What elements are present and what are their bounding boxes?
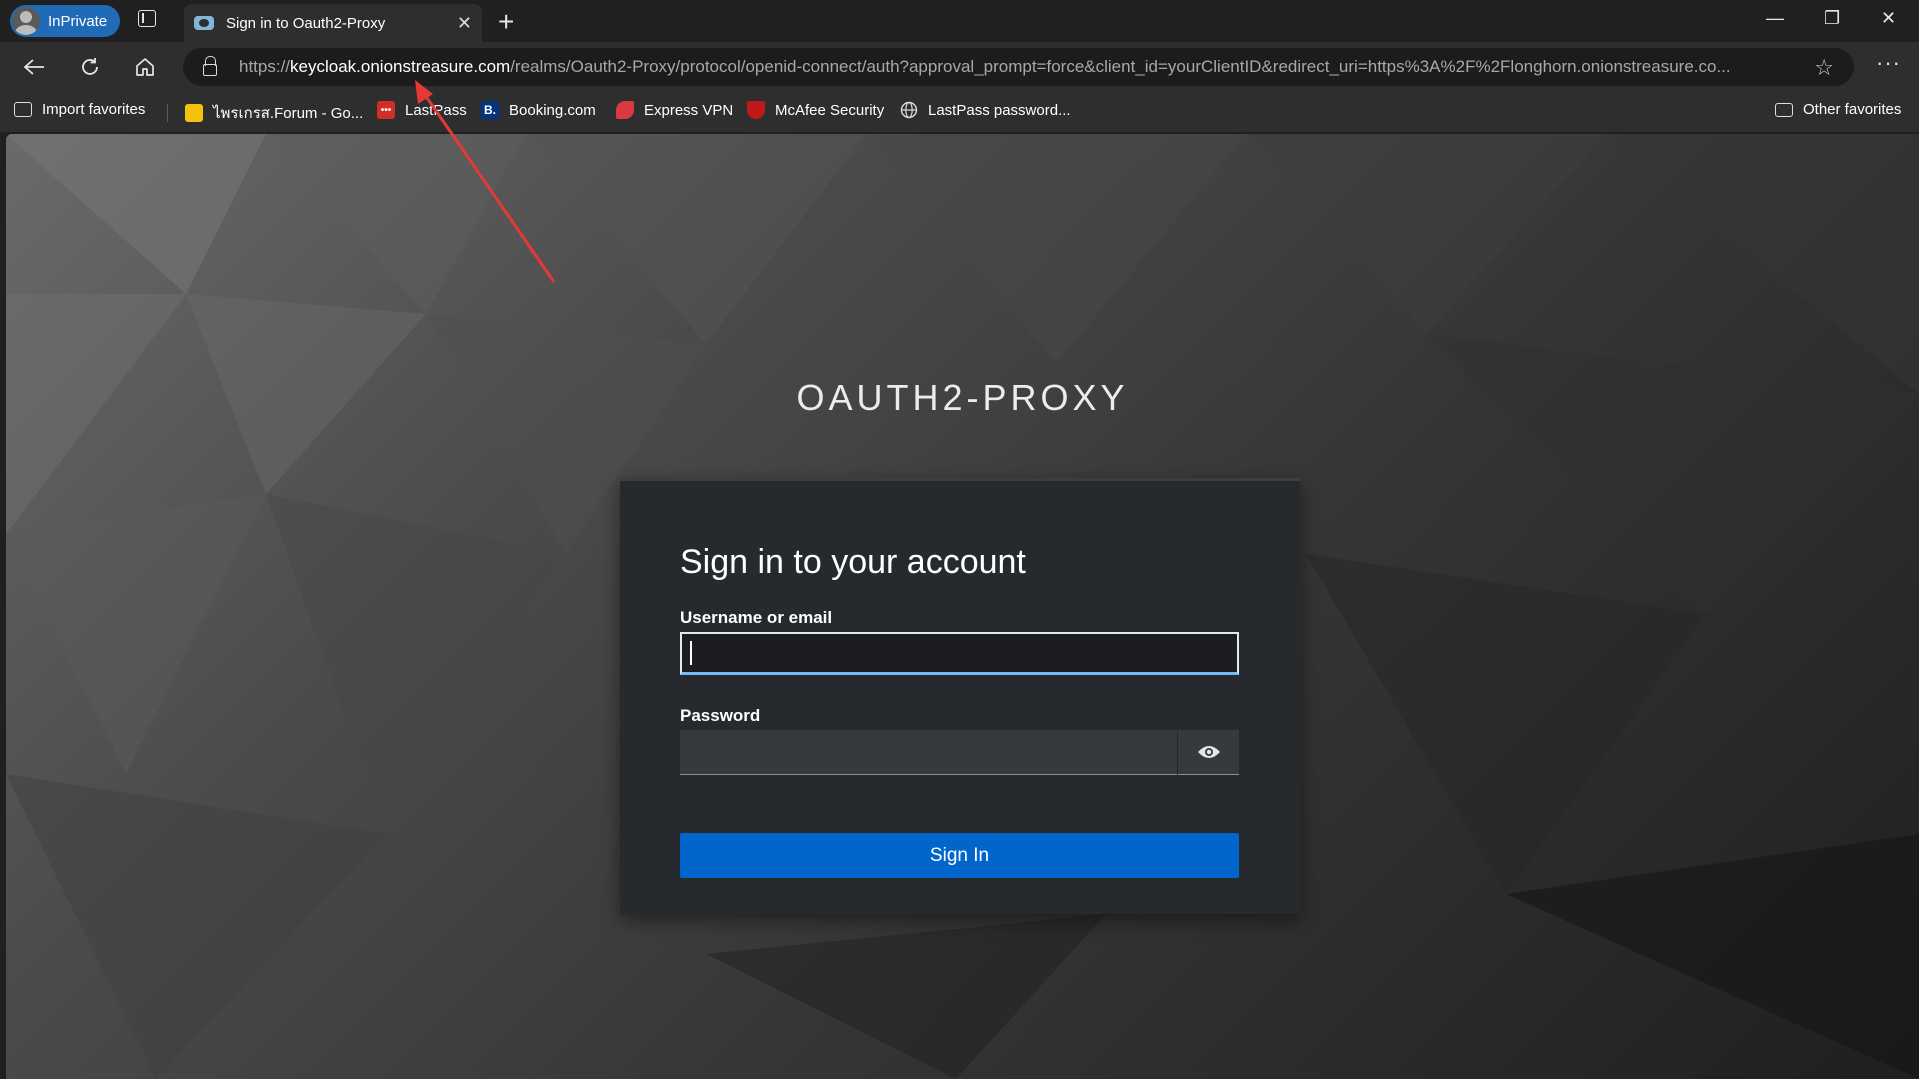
expressvpn-icon xyxy=(616,101,634,119)
tab-active[interactable]: Sign in to Oauth2-Proxy ✕ xyxy=(184,4,482,42)
inprivate-profile-button[interactable]: InPrivate xyxy=(10,5,120,37)
more-menu-icon[interactable]: ··· xyxy=(1876,50,1901,76)
show-password-button[interactable] xyxy=(1178,730,1239,775)
new-tab-button[interactable]: + xyxy=(498,6,514,38)
mcafee-icon xyxy=(747,101,765,119)
sign-in-button[interactable]: Sign In xyxy=(680,833,1239,878)
close-window-icon[interactable]: ✕ xyxy=(1881,8,1896,29)
eye-icon xyxy=(1197,746,1220,758)
back-icon[interactable] xyxy=(20,53,48,81)
lock-icon[interactable] xyxy=(203,56,217,76)
folder-yellow-icon xyxy=(185,104,203,122)
profile-label: InPrivate xyxy=(48,12,108,30)
fav-lastpass-password[interactable]: LastPass password... xyxy=(900,101,1071,119)
url-text[interactable]: https://keycloak.onionstreasure.com/real… xyxy=(239,57,1769,77)
refresh-icon[interactable] xyxy=(76,53,104,81)
fav-expressvpn[interactable]: Express VPN xyxy=(616,101,733,119)
divider xyxy=(167,104,168,122)
fav-other-favorites[interactable]: Other favorites xyxy=(1775,101,1901,118)
favorites-bar: Import favorites ไพรเกรส.Forum - Go... •… xyxy=(0,92,1919,132)
password-label: Password xyxy=(680,706,761,725)
tab-actions-icon[interactable] xyxy=(138,10,160,32)
avatar xyxy=(12,7,40,35)
fav-forum[interactable]: ไพรเกรส.Forum - Go... xyxy=(185,101,363,125)
fav-booking[interactable]: B. Booking.com xyxy=(481,101,596,119)
address-bar[interactable]: https://keycloak.onionstreasure.com/real… xyxy=(183,48,1854,86)
home-icon[interactable] xyxy=(131,53,159,81)
title-bar: InPrivate Sign in to Oauth2-Proxy ✕ + — … xyxy=(0,0,1919,42)
realm-title: OAUTH2-PROXY xyxy=(796,377,1129,418)
booking-icon: B. xyxy=(481,101,499,119)
fav-import[interactable]: Import favorites xyxy=(14,101,145,118)
globe-icon xyxy=(900,101,918,119)
minimize-icon[interactable]: — xyxy=(1766,8,1784,29)
import-icon xyxy=(14,102,32,117)
fav-lastpass[interactable]: ••• LastPass xyxy=(377,101,467,119)
fav-mcafee[interactable]: McAfee Security xyxy=(747,101,884,119)
page-title: Sign in to your account xyxy=(680,543,1026,581)
restore-icon[interactable]: ❐ xyxy=(1824,8,1840,29)
username-input[interactable] xyxy=(680,632,1239,675)
username-label: Username or email xyxy=(680,608,833,627)
favorite-star-icon[interactable]: ☆ xyxy=(1814,55,1834,81)
login-card: Sign in to your account Username or emai… xyxy=(620,478,1300,914)
keycloak-favicon-icon xyxy=(194,16,214,30)
folder-icon xyxy=(1775,102,1793,117)
close-tab-icon[interactable]: ✕ xyxy=(457,13,472,34)
page-viewport: OAUTH2-PROXY Sign in to your account Use… xyxy=(6,134,1919,1079)
text-caret xyxy=(690,641,692,665)
toolbar: https://keycloak.onionstreasure.com/real… xyxy=(0,42,1919,92)
lastpass-icon: ••• xyxy=(377,101,395,119)
tab-title: Sign in to Oauth2-Proxy xyxy=(226,14,386,32)
password-input[interactable] xyxy=(680,730,1177,775)
